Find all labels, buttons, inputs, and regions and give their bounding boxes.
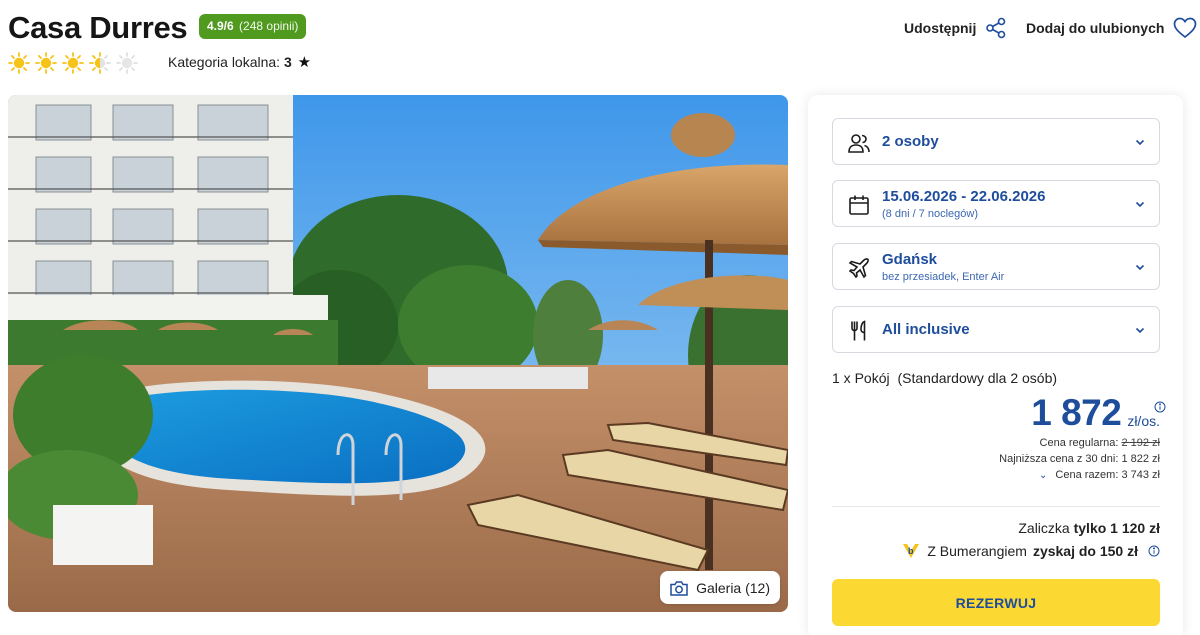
local-category: Kategoria lokalna: 3 ★ xyxy=(168,53,311,71)
plane-icon xyxy=(848,258,869,279)
boomerang-logo-icon: b xyxy=(903,544,920,558)
price-block: 1 872 zł/os. xyxy=(1031,394,1160,431)
total-price-value: 3 743 zł xyxy=(1121,469,1160,481)
svg-text:b: b xyxy=(908,546,914,556)
total-price-label: Cena razem: xyxy=(1055,469,1119,481)
hotel-photo[interactable]: Galeria (12) xyxy=(8,95,788,612)
reserve-button[interactable]: REZERWUJ xyxy=(832,579,1160,626)
gallery-button[interactable]: Galeria (12) xyxy=(660,571,780,604)
sun-full-icon xyxy=(8,52,30,74)
regular-price: Cena regularna: 2 192 zł xyxy=(1040,437,1160,449)
divider xyxy=(832,506,1160,507)
sun-empty-icon xyxy=(116,52,138,74)
board-value: All inclusive xyxy=(882,321,970,338)
lowest-price-label: Najniższa cena z 30 dni: xyxy=(999,453,1119,465)
heart-icon xyxy=(1174,17,1197,39)
booking-panel: 2 osoby 15.06.2026 - 22.06.2026 (8 dni /… xyxy=(808,95,1183,635)
share-icon xyxy=(986,17,1006,39)
share-label: Udostępnij xyxy=(904,20,977,36)
star-rating xyxy=(8,52,138,74)
info-icon[interactable] xyxy=(1148,545,1160,557)
regular-price-label: Cena regularna: xyxy=(1039,437,1119,449)
guests-value: 2 osoby xyxy=(882,133,939,150)
share-button[interactable]: Udostępnij xyxy=(904,17,1007,39)
cutlery-icon xyxy=(851,320,866,341)
dates-select[interactable]: 15.06.2026 - 22.06.2026 (8 dni / 7 nocle… xyxy=(832,180,1160,227)
chevron-down-icon xyxy=(1135,327,1145,334)
chevron-down-icon: ⌄ xyxy=(1038,470,1048,481)
sun-half-icon xyxy=(89,52,111,74)
rating-badge[interactable]: 4.9/6 (248 opinii) xyxy=(199,14,307,39)
deposit-value: tylko 1 120 zł xyxy=(1073,520,1160,536)
room-count: 1 x Pokój xyxy=(832,370,890,386)
room-info: 1 x Pokój (Standardowy dla 2 osób) xyxy=(832,370,1057,386)
boomerang-info: b Z Bumerangiem zyskaj do 150 zł xyxy=(901,542,1160,560)
deposit-info: Zaliczka tylko 1 120 zł xyxy=(1018,520,1160,536)
sun-full-icon xyxy=(35,52,57,74)
hotel-pool-image xyxy=(8,95,788,612)
people-icon xyxy=(848,134,870,153)
price-unit: zł/os. xyxy=(1127,413,1160,429)
sun-full-icon xyxy=(62,52,84,74)
deposit-label: Zaliczka xyxy=(1018,520,1070,536)
chevron-down-icon xyxy=(1135,201,1145,208)
dates-sub: (8 dni / 7 noclegów) xyxy=(882,208,978,220)
boomerang-value: zyskaj do 150 zł xyxy=(1032,543,1138,559)
calendar-icon xyxy=(849,195,869,215)
local-category-value: 3 xyxy=(283,54,292,70)
star-icon: ★ xyxy=(297,54,312,71)
local-category-label: Kategoria lokalna: xyxy=(168,54,281,70)
chevron-down-icon xyxy=(1135,139,1145,146)
board-select[interactable]: All inclusive xyxy=(832,306,1160,353)
camera-icon xyxy=(670,580,688,596)
info-icon[interactable] xyxy=(1154,401,1166,413)
chevron-down-icon xyxy=(1135,264,1145,271)
favorite-button[interactable]: Dodaj do ulubionych xyxy=(1026,17,1197,39)
boomerang-label: Z Bumerangiem xyxy=(927,543,1027,559)
rating-score: 4.9/6 xyxy=(207,19,234,33)
hotel-name: Casa Durres xyxy=(8,10,188,45)
gallery-label: Galeria (12) xyxy=(696,579,770,596)
lowest-price-value: 1 822 zł xyxy=(1121,453,1160,465)
departure-select[interactable]: Gdańsk bez przesiadek, Enter Air xyxy=(832,243,1160,290)
rating-count: (248 opinii) xyxy=(239,19,299,33)
favorite-label: Dodaj do ulubionych xyxy=(1026,20,1165,36)
total-price-toggle[interactable]: ⌄ Cena razem: 3 743 zł xyxy=(1039,469,1160,481)
room-type: (Standardowy dla 2 osób) xyxy=(897,370,1058,386)
lowest-price: Najniższa cena z 30 dni: 1 822 zł xyxy=(999,453,1160,465)
price-value: 1 872 xyxy=(1031,392,1122,433)
dates-value: 15.06.2026 - 22.06.2026 xyxy=(882,188,1046,205)
guests-select[interactable]: 2 osoby xyxy=(832,118,1160,165)
departure-value: Gdańsk xyxy=(882,251,938,268)
departure-sub: bez przesiadek, Enter Air xyxy=(882,271,1005,283)
regular-price-value: 2 192 zł xyxy=(1121,437,1160,449)
